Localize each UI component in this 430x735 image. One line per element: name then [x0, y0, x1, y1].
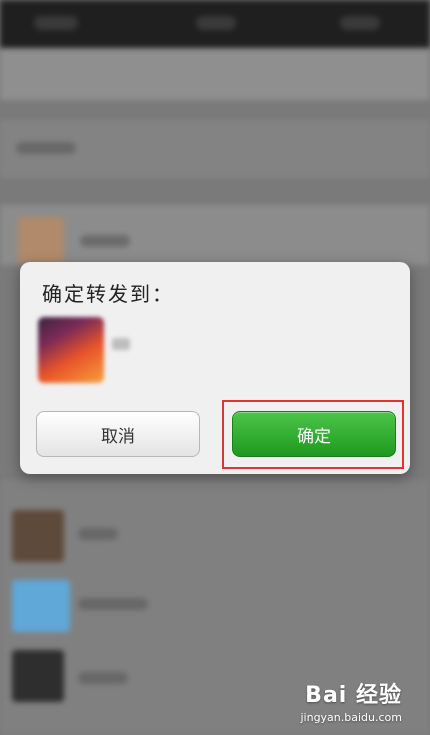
recipient-name [112, 338, 130, 350]
bg-text [78, 672, 128, 684]
confirm-button[interactable]: 确定 [232, 411, 396, 457]
bg-avatar [12, 580, 70, 632]
bg-header [0, 48, 430, 100]
watermark-url: jingyan.baidu.com [300, 711, 402, 724]
recipient-avatar [38, 317, 104, 383]
bg-text [78, 528, 118, 540]
top-bar [0, 0, 430, 48]
dialog-title: 确定转发到： [42, 282, 174, 306]
bg-section [0, 120, 430, 178]
bg-list-item [0, 205, 430, 265]
status-indicator [34, 16, 78, 30]
bg-avatar [12, 650, 64, 702]
watermark-brand: Bai 经验 [305, 683, 402, 708]
status-indicator [196, 16, 236, 30]
status-indicator [340, 16, 380, 30]
forward-confirm-dialog: 确定转发到： 取消 确定 [20, 262, 410, 474]
cancel-button[interactable]: 取消 [36, 411, 200, 457]
watermark: Bai 经验 jingyan.baidu.com [282, 677, 402, 724]
bg-avatar [12, 510, 64, 562]
bg-avatar [18, 217, 64, 263]
bg-text [80, 235, 130, 247]
bg-text [78, 598, 148, 610]
bg-text [16, 142, 76, 154]
